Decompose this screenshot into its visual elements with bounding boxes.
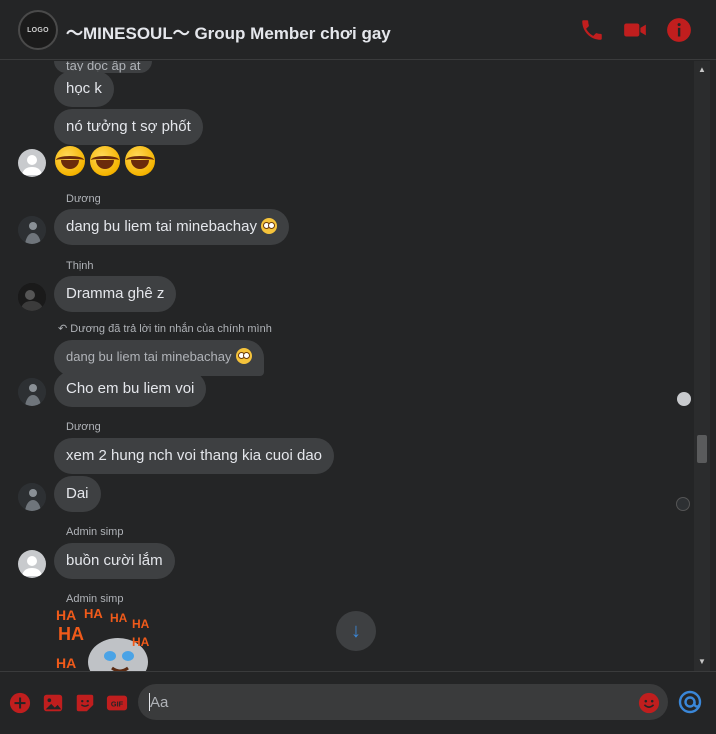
- sticker-icon[interactable]: [74, 692, 96, 714]
- rofl-emoji-icon[interactable]: [55, 146, 85, 176]
- sticker-ha-text: HA: [58, 624, 84, 644]
- message-bubble[interactable]: dang bu liem tai minebachay: [54, 209, 289, 245]
- message-bubble[interactable]: Dramma ghê z: [54, 276, 177, 312]
- sender-name: Thịnh: [66, 260, 94, 272]
- scroll-up-icon[interactable]: ▲: [694, 63, 710, 77]
- add-icon[interactable]: [9, 692, 31, 714]
- photo-icon[interactable]: [42, 692, 64, 714]
- sender-name: Admin simp: [66, 526, 124, 538]
- avatar[interactable]: [18, 149, 46, 177]
- avatar[interactable]: [18, 378, 46, 406]
- video-call-icon[interactable]: [622, 17, 648, 43]
- group-title[interactable]: ～MINESOUL～ Group Member chơi gay: [66, 19, 391, 44]
- message-list[interactable]: tạy dọc ấp at học k nó tưởng t sợ phốt D…: [0, 61, 694, 671]
- avatar[interactable]: [18, 283, 46, 311]
- sender-name: Dương: [66, 421, 101, 433]
- phone-icon[interactable]: [579, 17, 605, 43]
- avatar[interactable]: [18, 216, 46, 244]
- text-caret: [149, 693, 150, 711]
- flushed-emoji-icon: [235, 348, 252, 364]
- message-bubble[interactable]: buồn cười lắm: [54, 543, 175, 579]
- arrow-down-icon: ↓: [351, 619, 361, 642]
- reply-arrow-icon: ↶: [58, 323, 68, 335]
- flushed-emoji-icon: [260, 218, 277, 234]
- read-receipt-avatar: [677, 392, 691, 406]
- read-receipt-avatar: [676, 497, 690, 511]
- message-input[interactable]: [138, 684, 668, 720]
- message-bubble[interactable]: xem 2 hung nch voi thang kia cuoi dao: [54, 438, 335, 474]
- laughing-cat-sticker[interactable]: HA HA HA HA HA HA HA: [54, 606, 150, 671]
- gif-label: GIF: [111, 700, 124, 709]
- emoji-icon[interactable]: [638, 692, 660, 714]
- sticker-ha-text: HA: [56, 607, 76, 623]
- sticker-ha-text: HA: [84, 606, 103, 621]
- scrollbar[interactable]: ▲ ▼: [694, 61, 710, 671]
- message-bubble[interactable]: Dai: [54, 476, 101, 512]
- quoted-text: dang bu liem tai minebachay: [66, 349, 232, 364]
- composer: GIF: [0, 671, 716, 734]
- reply-note: ↶ Dương đã trả lời tin nhắn của chính mì…: [58, 322, 272, 335]
- sticker-ha-text: HA: [56, 655, 76, 671]
- avatar[interactable]: [18, 550, 46, 578]
- info-icon[interactable]: [666, 17, 692, 43]
- messenger-like-icon[interactable]: [678, 690, 702, 714]
- rofl-emoji-icon[interactable]: [125, 146, 155, 176]
- scrollbar-thumb[interactable]: [697, 435, 707, 463]
- message-bubble[interactable]: học k: [54, 71, 114, 107]
- message-text: dang bu liem tai minebachay: [66, 218, 257, 235]
- reply-note-text: Dương đã trả lời tin nhắn của chính mình: [70, 323, 272, 335]
- avatar[interactable]: [18, 483, 46, 511]
- sender-name: Dương: [66, 193, 101, 205]
- scroll-down-icon[interactable]: ▼: [694, 655, 710, 669]
- sticker-ha-text: HA: [110, 611, 128, 625]
- sticker-ha-text: HA: [132, 617, 150, 631]
- sticker-ha-text: HA: [132, 635, 150, 649]
- gif-icon[interactable]: GIF: [106, 692, 128, 714]
- rofl-emoji-icon[interactable]: [90, 146, 120, 176]
- scroll-to-bottom-button[interactable]: ↓: [336, 611, 376, 651]
- group-avatar-text: LOGO: [27, 26, 49, 34]
- sender-name: Admin simp: [66, 593, 124, 605]
- group-avatar[interactable]: LOGO: [18, 10, 58, 50]
- message-bubble[interactable]: Cho em bu liem voi: [54, 371, 207, 407]
- message-bubble[interactable]: nó tưởng t sợ phốt: [54, 109, 203, 145]
- chat-header: LOGO ～MINESOUL～ Group Member chơi gay: [0, 0, 716, 60]
